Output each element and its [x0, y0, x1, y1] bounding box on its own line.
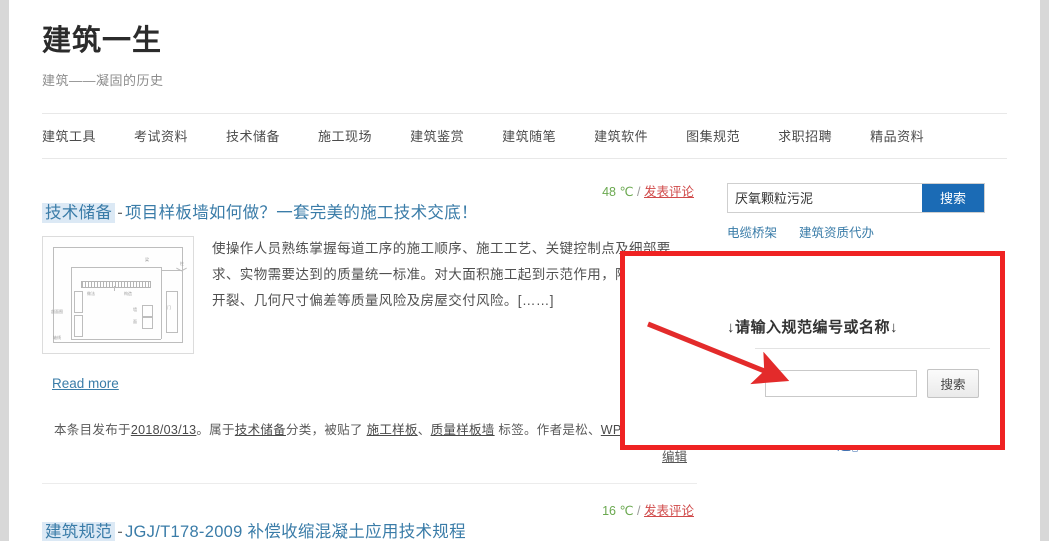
standards-search-overlay: ↓请输入规范编号或名称↓ 搜索 — [620, 251, 1005, 450]
footer-tag-1[interactable]: 施工样板 — [367, 423, 418, 437]
entry-title: 建筑规范 - JGJ/T178-2009 补偿收缩混凝土应用技术规程 — [42, 522, 697, 541]
meta-separator: / — [637, 504, 641, 519]
footer-prefix: 本条目发布于 — [54, 423, 131, 438]
read-more-link[interactable]: Read more — [52, 376, 119, 391]
overlay-heading: ↓请输入规范编号或名称↓ — [726, 319, 898, 336]
footer-mid-1: 。属于 — [196, 423, 235, 438]
overlay-inner: ↓请输入规范编号或名称↓ 搜索 — [625, 256, 1000, 445]
overlay-search-form: 搜索 — [765, 369, 979, 398]
edit-post-link[interactable]: 编辑 — [662, 450, 687, 464]
site-description: 建筑——凝固的历史 — [42, 72, 164, 88]
footer-tag-2[interactable]: 质量样板墙 — [431, 423, 495, 437]
site-title[interactable]: 建筑一生 — [42, 25, 1040, 58]
nav-list: 建筑工具 考试资料 技术储备 施工现场 建筑鉴赏 建筑随笔 建筑软件 图集规范 求职招聘 精品资料 — [42, 114, 1007, 158]
hot-keyword-links: 电缆桥架 建筑资质代办 — [727, 222, 1007, 241]
title-dash: - — [117, 523, 123, 541]
post-comment-link[interactable]: 发表评论 — [644, 504, 694, 518]
nav-item-4[interactable]: 建筑鉴赏 — [410, 126, 464, 145]
entry-title: 技术储备 - 项目样板墙如何做？一套完美的施工技术交底！ — [42, 202, 697, 224]
article-item: 16 ℃ / 发表评论 建筑规范 - JGJ/T178-2009 补偿收缩混凝土应用… — [42, 500, 697, 541]
search-input[interactable] — [728, 183, 922, 212]
search-button[interactable]: 搜索 — [922, 183, 984, 212]
hot-keyword-1[interactable]: 建筑资质代办 — [799, 226, 874, 240]
nav-item-7[interactable]: 图集规范 — [686, 126, 740, 145]
footer-mid-2: 分类，被贴了 — [285, 423, 363, 438]
nav-item-5[interactable]: 建筑随笔 — [502, 126, 556, 145]
overlay-divider — [755, 348, 990, 349]
nav-item-0[interactable]: 建筑工具 — [42, 126, 96, 145]
primary-navigation: 建筑工具 考试资料 技术储备 施工现场 建筑鉴赏 建筑随笔 建筑软件 图集规范 求职招聘 精品资料 — [42, 112, 1007, 159]
entry-meta: 16 ℃ / 发表评论 — [42, 500, 697, 519]
nav-item-6[interactable]: 建筑软件 — [594, 126, 648, 145]
nav-item-8[interactable]: 求职招聘 — [778, 126, 832, 145]
content-divider — [42, 483, 697, 485]
standard-code-input[interactable] — [765, 370, 917, 397]
article-item: 48 ℃ / 发表评论 技术储备-项目样板墙如何做？一套完美的施工技术交底！ — [42, 181, 697, 465]
entry-title-link[interactable]: JGJ/T178-2009 补偿收缩混凝土应用技术规程 — [125, 523, 466, 541]
entry-meta: 48 ℃ / 发表评论 — [42, 181, 697, 200]
view-temperature: 16 ℃ — [602, 504, 634, 519]
category-badge[interactable]: 建筑规范 — [42, 522, 116, 541]
footer-date-link[interactable]: 2018/03/13 — [131, 423, 197, 437]
footer-category-link[interactable]: 技术储备 — [235, 423, 286, 437]
view-temperature: 48 ℃ — [602, 184, 634, 199]
nav-item-2[interactable]: 技术储备 — [226, 126, 280, 145]
meta-separator: / — [637, 184, 641, 199]
page-root: 建筑一生 建筑——凝固的历史 建筑工具 考试资料 技术储备 施工现场 建筑鉴赏 建筑随笔建… — [9, 0, 1040, 541]
nav-item-3[interactable]: 施工现场 — [318, 126, 372, 145]
hot-keyword-0[interactable]: 电缆桥架 — [727, 226, 777, 240]
article-thumbnail[interactable]: 做法 构造 剖面图 轴线 墙 面 门 梁 柱 — [42, 236, 194, 355]
nav-item-9[interactable]: 精品资料 — [870, 126, 924, 145]
category-badge[interactable]: 技术储备 — [42, 202, 116, 223]
main-content: 48 ℃ / 发表评论 技术储备-项目样板墙如何做？一套完美的施工技术交底！ — [42, 181, 697, 541]
entry-footer: 本条目发布于2018/03/13。属于技术储备分类，被贴了 施工样板、质量样板墙… — [54, 419, 697, 438]
standard-search-button[interactable]: 搜索 — [927, 369, 979, 398]
sidebar-search: 搜索 — [727, 182, 985, 213]
thumbnail-drawing: 做法 构造 剖面图 轴线 墙 面 门 梁 柱 — [49, 243, 187, 347]
article-body: 做法 构造 剖面图 轴线 墙 面 门 梁 柱 使操作人员熟练掌握每道工序的施工顺… — [42, 236, 697, 355]
footer-mid-3: 标签。作者是松、 — [498, 423, 601, 438]
entry-title-link[interactable]: 项目样板墙如何做？一套完美的施工技术交底！ — [125, 204, 478, 222]
edit-row: 编辑 — [42, 446, 697, 465]
title-dash: - — [117, 203, 123, 222]
footer-tag-separator: 、 — [417, 423, 431, 438]
post-comment-link[interactable]: 发表评论 — [644, 185, 694, 199]
site-header: 建筑一生 建筑——凝固的历史 — [9, 0, 1040, 89]
nav-item-1[interactable]: 考试资料 — [134, 126, 188, 145]
